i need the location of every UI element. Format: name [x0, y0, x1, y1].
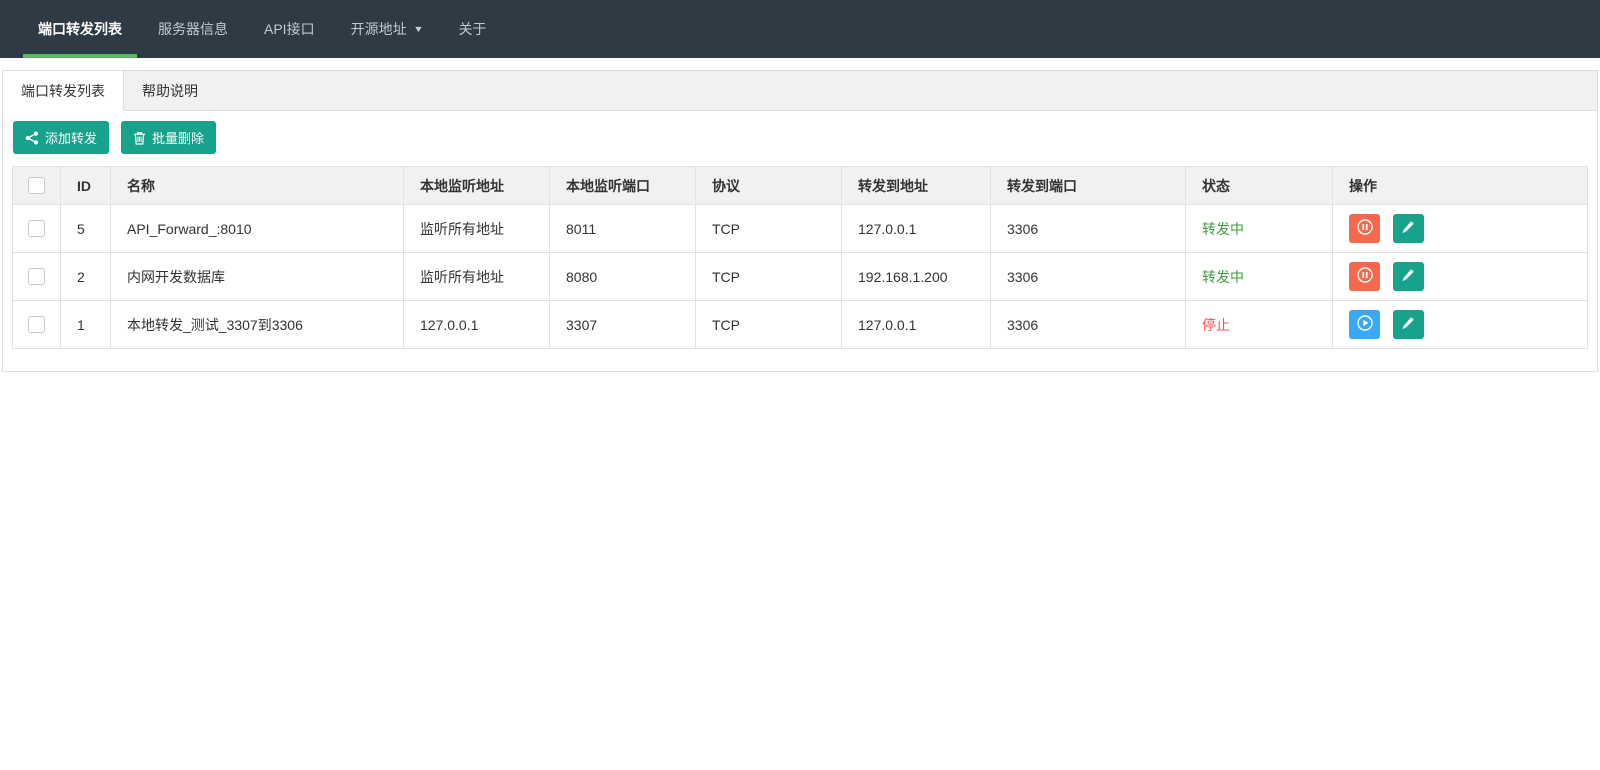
pause-button[interactable]	[1349, 214, 1380, 243]
cell-forward-port: 3306	[991, 205, 1186, 253]
pencil-icon	[1401, 268, 1415, 285]
table-header-row: ID 名称 本地监听地址 本地监听端口 协议 转发到地址 转发到端口 状态 操作	[13, 167, 1588, 205]
status-badge: 停止	[1186, 301, 1333, 349]
select-all-checkbox[interactable]	[28, 177, 45, 194]
cell-listen-port: 8080	[550, 253, 696, 301]
header-select-all-cell	[13, 167, 61, 205]
cell-id: 5	[61, 205, 111, 253]
row-select-cell	[13, 205, 61, 253]
cell-forward-addr: 127.0.0.1	[842, 301, 991, 349]
table-row: 1 本地转发_测试_3307到3306 127.0.0.1 3307 TCP 1…	[13, 301, 1588, 349]
play-icon	[1356, 314, 1374, 335]
row-select-cell	[13, 301, 61, 349]
cell-listen-addr: 监听所有地址	[404, 253, 550, 301]
nav-item-label: 端口转发列表	[38, 19, 122, 39]
cell-listen-addr: 127.0.0.1	[404, 301, 550, 349]
trash-icon	[133, 131, 146, 145]
share-icon	[25, 131, 39, 145]
header-forward-addr: 转发到地址	[842, 167, 991, 205]
cell-forward-addr: 192.168.1.200	[842, 253, 991, 301]
cell-protocol: TCP	[696, 253, 842, 301]
row-checkbox[interactable]	[28, 220, 45, 237]
cell-id: 1	[61, 301, 111, 349]
cell-id: 2	[61, 253, 111, 301]
row-select-cell	[13, 253, 61, 301]
tab-label: 帮助说明	[142, 81, 198, 101]
cell-listen-port: 8011	[550, 205, 696, 253]
header-listen-port: 本地监听端口	[550, 167, 696, 205]
header-listen-addr: 本地监听地址	[404, 167, 550, 205]
edit-button[interactable]	[1393, 214, 1424, 243]
pause-button[interactable]	[1349, 262, 1380, 291]
header-actions: 操作	[1333, 167, 1588, 205]
top-navbar: 端口转发列表 服务器信息 API接口 开源地址 ▼ 关于	[0, 0, 1600, 58]
nav-item-server-info[interactable]: 服务器信息	[143, 0, 243, 58]
nav-item-label: 关于	[459, 19, 487, 39]
pencil-icon	[1401, 220, 1415, 237]
cell-forward-port: 3306	[991, 301, 1186, 349]
tab-port-forward-list[interactable]: 端口转发列表	[3, 71, 124, 111]
row-checkbox[interactable]	[28, 316, 45, 333]
nav-item-open-source-dropdown[interactable]: 开源地址 ▼	[336, 0, 438, 58]
cell-forward-port: 3306	[991, 253, 1186, 301]
header-id: ID	[61, 167, 111, 205]
cell-protocol: TCP	[696, 301, 842, 349]
row-checkbox[interactable]	[28, 268, 45, 285]
status-badge: 转发中	[1186, 253, 1333, 301]
nav-item-port-forward-list[interactable]: 端口转发列表	[23, 0, 137, 58]
tab-bar: 端口转发列表 帮助说明	[3, 71, 1597, 111]
bulk-delete-label: 批量删除	[152, 128, 204, 147]
status-badge: 转发中	[1186, 205, 1333, 253]
cell-name: 本地转发_测试_3307到3306	[111, 301, 404, 349]
edit-button[interactable]	[1393, 310, 1424, 339]
nav-item-label: API接口	[264, 19, 315, 39]
tab-label: 端口转发列表	[21, 81, 105, 101]
header-forward-port: 转发到端口	[991, 167, 1186, 205]
cell-actions	[1333, 253, 1588, 301]
panel-body: 添加转发 批量删除	[3, 111, 1597, 371]
header-status: 状态	[1186, 167, 1333, 205]
nav-item-label: 服务器信息	[158, 19, 228, 39]
nav-item-about[interactable]: 关于	[444, 0, 502, 58]
add-forward-button[interactable]: 添加转发	[13, 121, 109, 154]
cell-name: 内网开发数据库	[111, 253, 404, 301]
add-forward-label: 添加转发	[45, 128, 97, 147]
cell-listen-addr: 监听所有地址	[404, 205, 550, 253]
toolbar: 添加转发 批量删除	[13, 121, 1588, 154]
nav-item-label: 开源地址	[351, 19, 407, 39]
caret-down-icon: ▼	[412, 24, 423, 34]
cell-protocol: TCP	[696, 205, 842, 253]
cell-forward-addr: 127.0.0.1	[842, 205, 991, 253]
bulk-delete-button[interactable]: 批量删除	[121, 121, 216, 154]
table-row: 5 API_Forward_:8010 监听所有地址 8011 TCP 127.…	[13, 205, 1588, 253]
cell-listen-port: 3307	[550, 301, 696, 349]
pencil-icon	[1401, 316, 1415, 333]
cell-actions	[1333, 301, 1588, 349]
cell-name: API_Forward_:8010	[111, 205, 404, 253]
nav-item-api[interactable]: API接口	[249, 0, 330, 58]
edit-button[interactable]	[1393, 262, 1424, 291]
tab-help[interactable]: 帮助说明	[124, 71, 216, 110]
pause-icon	[1356, 266, 1374, 287]
main-panel: 端口转发列表 帮助说明 添加转发	[2, 70, 1598, 372]
forward-table: ID 名称 本地监听地址 本地监听端口 协议 转发到地址 转发到端口 状态 操作	[12, 166, 1588, 349]
table-row: 2 内网开发数据库 监听所有地址 8080 TCP 192.168.1.200 …	[13, 253, 1588, 301]
header-protocol: 协议	[696, 167, 842, 205]
pause-icon	[1356, 218, 1374, 239]
header-name: 名称	[111, 167, 404, 205]
play-button[interactable]	[1349, 310, 1380, 339]
cell-actions	[1333, 205, 1588, 253]
